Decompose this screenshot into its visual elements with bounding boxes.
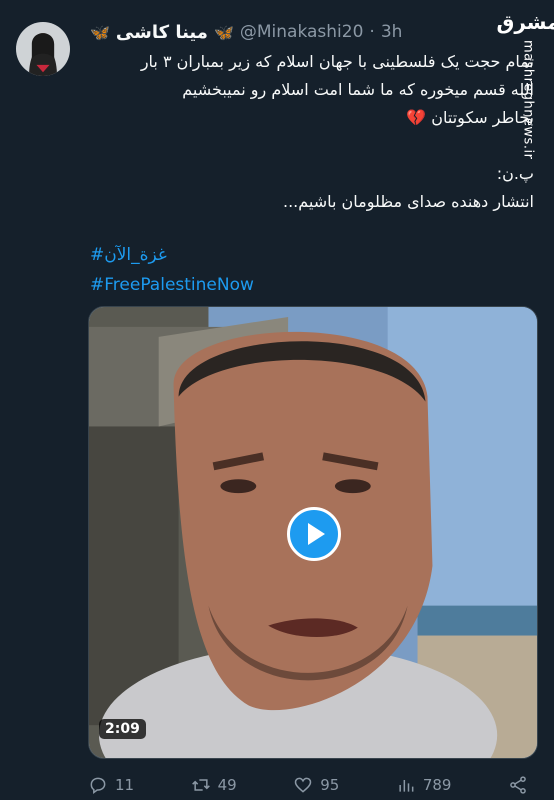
like-button[interactable]: 95	[293, 775, 339, 795]
tweet-line: تمام حجت یک فلسطینی با جهان اسلام که زیر…	[140, 52, 534, 71]
author-display-name[interactable]: مینا کاشی	[116, 22, 208, 43]
tweet: 🦋 مینا کاشی 🦋 @Minakashi20 · 3h مشرق mas…	[0, 0, 554, 800]
butterfly-emoji: 🦋	[90, 22, 110, 42]
share-icon	[510, 776, 526, 794]
bar-chart-icon	[399, 780, 414, 792]
video-player[interactable]: 2:09	[88, 306, 538, 759]
tweet-time[interactable]: 3h	[381, 22, 403, 42]
retweet-button[interactable]: 49	[191, 775, 237, 795]
tweet-line: بخاطر سکوتتان 💔	[406, 108, 534, 127]
view-count: 789	[422, 776, 452, 794]
play-button[interactable]	[287, 507, 341, 561]
views-button[interactable]: 789	[396, 775, 452, 795]
watermark-logo: مشرق	[496, 10, 554, 34]
play-icon	[308, 523, 325, 545]
reply-button[interactable]: 11	[88, 775, 134, 795]
tweet-line: الله قسم میخوره که ما شما امت اسلام رو ن…	[182, 80, 534, 99]
retweet-icon	[191, 779, 210, 791]
tweet-header: 🦋 مینا کاشی 🦋 @Minakashi20 · 3h	[90, 18, 402, 46]
ps-text: انتشار دهنده صدای مظلومان باشیم...	[283, 192, 534, 211]
author-handle[interactable]: @Minakashi20	[240, 22, 364, 42]
avatar[interactable]	[14, 20, 72, 78]
like-count: 95	[320, 776, 340, 794]
share-button[interactable]	[508, 775, 528, 795]
tweet-text: تمام حجت یک فلسطینی با جهان اسلام که زیر…	[94, 48, 534, 216]
retweet-count: 49	[217, 776, 237, 794]
ps-label: پ.ن:	[496, 164, 534, 183]
separator-dot: ·	[369, 22, 375, 42]
hashtags: غزة_الآن# #FreePalestineNow	[90, 240, 254, 300]
tweet-actions: 11 49 95 789	[88, 772, 528, 798]
butterfly-emoji: 🦋	[213, 22, 234, 42]
video-duration: 2:09	[99, 719, 146, 739]
hashtag-link[interactable]: #FreePalestineNow	[90, 270, 254, 300]
reply-count: 11	[115, 776, 135, 794]
heart-icon	[294, 777, 312, 793]
reply-icon	[90, 777, 106, 794]
hashtag-link[interactable]: غزة_الآن#	[90, 240, 254, 270]
